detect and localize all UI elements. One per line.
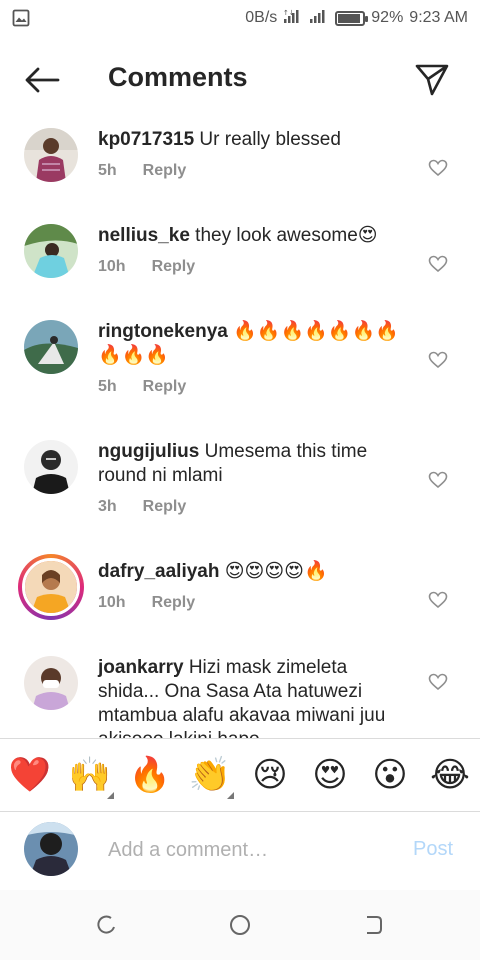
signal-icon bbox=[309, 8, 329, 29]
comment-text: joankarry Hizi mask zimeleta shida... On… bbox=[98, 656, 408, 738]
comment-meta: 5h Reply bbox=[98, 378, 186, 396]
heart-icon[interactable] bbox=[428, 350, 448, 370]
back-arrow-icon bbox=[25, 67, 60, 93]
comment-message: they look awesome😍 bbox=[189, 225, 378, 246]
comment-time: 5h bbox=[98, 162, 117, 179]
battery-icon bbox=[335, 10, 369, 26]
home-circle-icon bbox=[230, 915, 250, 935]
comments-list[interactable]: kp0717315 Ur really blessed 5h Reply nel… bbox=[0, 114, 480, 738]
comment-text: nellius_ke they look awesome😍 bbox=[98, 224, 408, 248]
comment-meta: 10h Reply bbox=[98, 258, 195, 276]
recent-apps-button[interactable] bbox=[92, 910, 122, 940]
comment-username[interactable]: ngugijulius bbox=[98, 441, 199, 462]
status-bar: 0B/s ↑↓ 92% 9:23 AM bbox=[0, 0, 480, 36]
comment-username[interactable]: joankarry bbox=[98, 657, 184, 678]
more-variants-icon bbox=[227, 792, 234, 799]
reaction-clap-glyph: 👏 bbox=[188, 755, 232, 795]
comment-message: Ur really blessed bbox=[194, 129, 341, 150]
reaction-raised-hands[interactable]: 🙌 bbox=[68, 751, 114, 799]
svg-text:↑↓: ↑↓ bbox=[283, 9, 295, 17]
recent-apps-icon bbox=[97, 915, 115, 934]
reaction-clap[interactable]: 👏 bbox=[188, 751, 234, 799]
comment-time: 10h bbox=[98, 258, 126, 275]
reaction-heart[interactable]: ❤️ bbox=[8, 751, 52, 799]
page-title: Comments bbox=[108, 62, 248, 92]
battery-level bbox=[338, 13, 361, 23]
avatar-story-ring[interactable] bbox=[18, 554, 84, 620]
image-icon bbox=[12, 8, 32, 28]
reply-button[interactable]: Reply bbox=[143, 162, 187, 180]
send-icon bbox=[415, 64, 449, 96]
comment-time: 5h bbox=[98, 378, 117, 395]
heart-icon[interactable] bbox=[428, 254, 448, 274]
reaction-heart-eyes[interactable]: 😍 bbox=[308, 751, 352, 799]
post-button[interactable]: Post bbox=[413, 838, 453, 861]
comment-text: kp0717315 Ur really blessed bbox=[98, 128, 408, 152]
reply-button[interactable]: Reply bbox=[143, 498, 187, 516]
avatar[interactable] bbox=[24, 656, 78, 710]
heart-icon[interactable] bbox=[428, 672, 448, 692]
comment-meta: 3h Reply bbox=[98, 498, 186, 516]
comment-text: dafry_aaliyah 😍😍😍😍🔥 bbox=[98, 560, 408, 584]
reply-button[interactable]: Reply bbox=[143, 378, 187, 396]
network-speed: 0B/s bbox=[245, 9, 278, 26]
comment-meta: 5h Reply bbox=[98, 162, 186, 180]
reaction-laughing[interactable]: 😂 bbox=[428, 751, 472, 799]
reply-button[interactable]: Reply bbox=[152, 258, 196, 276]
comment-meta: 10h Reply bbox=[98, 594, 195, 612]
comment-message: 😍😍😍😍🔥 bbox=[219, 561, 328, 582]
avatar bbox=[22, 558, 80, 616]
home-button[interactable] bbox=[225, 910, 255, 940]
reaction-crying[interactable]: 😢 bbox=[248, 751, 292, 799]
comment-time: 3h bbox=[98, 498, 117, 515]
reaction-fire[interactable]: 🔥 bbox=[128, 751, 172, 799]
signal-icon: ↑↓ bbox=[283, 8, 303, 29]
comment-username[interactable]: nellius_ke bbox=[98, 225, 190, 246]
comment-username[interactable]: kp0717315 bbox=[98, 129, 194, 150]
quick-reactions-bar: ❤️ 🙌 🔥 👏 😢 😍 😮 😂 bbox=[0, 738, 480, 812]
clock: 9:23 AM bbox=[409, 9, 468, 26]
heart-icon[interactable] bbox=[428, 158, 448, 178]
comment-time: 10h bbox=[98, 594, 126, 611]
back-button[interactable] bbox=[22, 62, 62, 98]
share-button[interactable] bbox=[412, 60, 452, 100]
battery-percent: 92% bbox=[371, 9, 404, 26]
back-nav-icon bbox=[367, 916, 382, 934]
reaction-surprised[interactable]: 😮 bbox=[368, 751, 412, 799]
comment-composer: Post bbox=[0, 812, 480, 890]
comment-input[interactable] bbox=[108, 834, 398, 866]
reaction-raised-hands-glyph: 🙌 bbox=[68, 755, 112, 795]
avatar[interactable] bbox=[24, 128, 78, 182]
heart-icon[interactable] bbox=[428, 590, 448, 610]
comment-text: ngugijulius Umesema this time round ni m… bbox=[98, 440, 408, 488]
comment-text: ringtonekenya 🔥🔥🔥🔥🔥🔥🔥🔥🔥🔥 bbox=[98, 320, 408, 368]
my-avatar bbox=[24, 822, 78, 876]
reply-button[interactable]: Reply bbox=[152, 594, 196, 612]
back-nav-button[interactable] bbox=[358, 910, 388, 940]
more-variants-icon bbox=[107, 792, 114, 799]
system-nav-bar bbox=[0, 890, 480, 960]
avatar[interactable] bbox=[24, 224, 78, 278]
avatar[interactable] bbox=[24, 320, 78, 374]
comment-username[interactable]: ringtonekenya bbox=[98, 321, 228, 342]
header: Comments bbox=[0, 52, 480, 108]
comment-username[interactable]: dafry_aaliyah bbox=[98, 561, 219, 582]
avatar[interactable] bbox=[24, 440, 78, 494]
heart-icon[interactable] bbox=[428, 470, 448, 490]
